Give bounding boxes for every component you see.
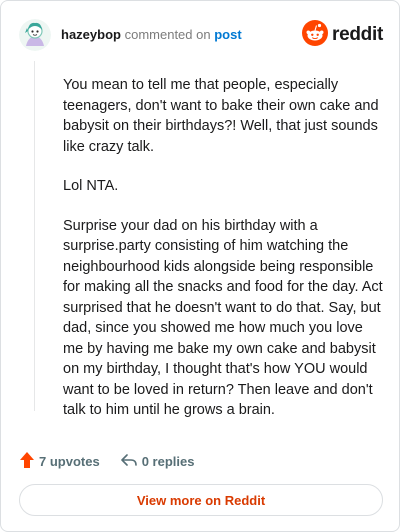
comment-header: hazeybop commented on post reddit — [19, 17, 383, 53]
reply-button[interactable]: 0 replies — [120, 452, 195, 471]
view-more-label: View more on Reddit — [136, 492, 266, 508]
upvote-count: 7 upvotes — [39, 454, 100, 469]
post-link[interactable]: post — [214, 27, 241, 42]
comment-paragraph: Surprise your dad on his birthday with a… — [63, 217, 383, 419]
reddit-snoo-icon — [302, 19, 329, 51]
username-link[interactable]: hazeybop — [61, 27, 121, 42]
reply-count: 0 replies — [141, 454, 195, 469]
view-more-button[interactable]: View more on Reddit — [19, 484, 383, 516]
comment-body: You mean to tell me that people, especia… — [63, 75, 383, 440]
upvote-button[interactable]: 7 upvotes — [19, 451, 100, 472]
comment-embed-card: hazeybop commented on post reddit You me… — [0, 0, 400, 532]
action-text: commented on — [124, 27, 211, 42]
upvote-arrow-icon — [19, 451, 35, 472]
comment-footer: 7 upvotes 0 replies — [19, 451, 194, 472]
comment-paragraph: You mean to tell me that people, especia… — [63, 77, 379, 155]
reddit-logo[interactable]: reddit — [302, 19, 383, 51]
reply-arrow-icon — [120, 452, 138, 471]
thread-line — [34, 61, 35, 411]
snoo-avatar-icon[interactable] — [19, 19, 51, 51]
reddit-wordmark: reddit — [332, 24, 383, 45]
comment-byline: hazeybop commented on post — [61, 27, 242, 43]
comment-paragraph: Lol NTA. — [63, 178, 119, 194]
